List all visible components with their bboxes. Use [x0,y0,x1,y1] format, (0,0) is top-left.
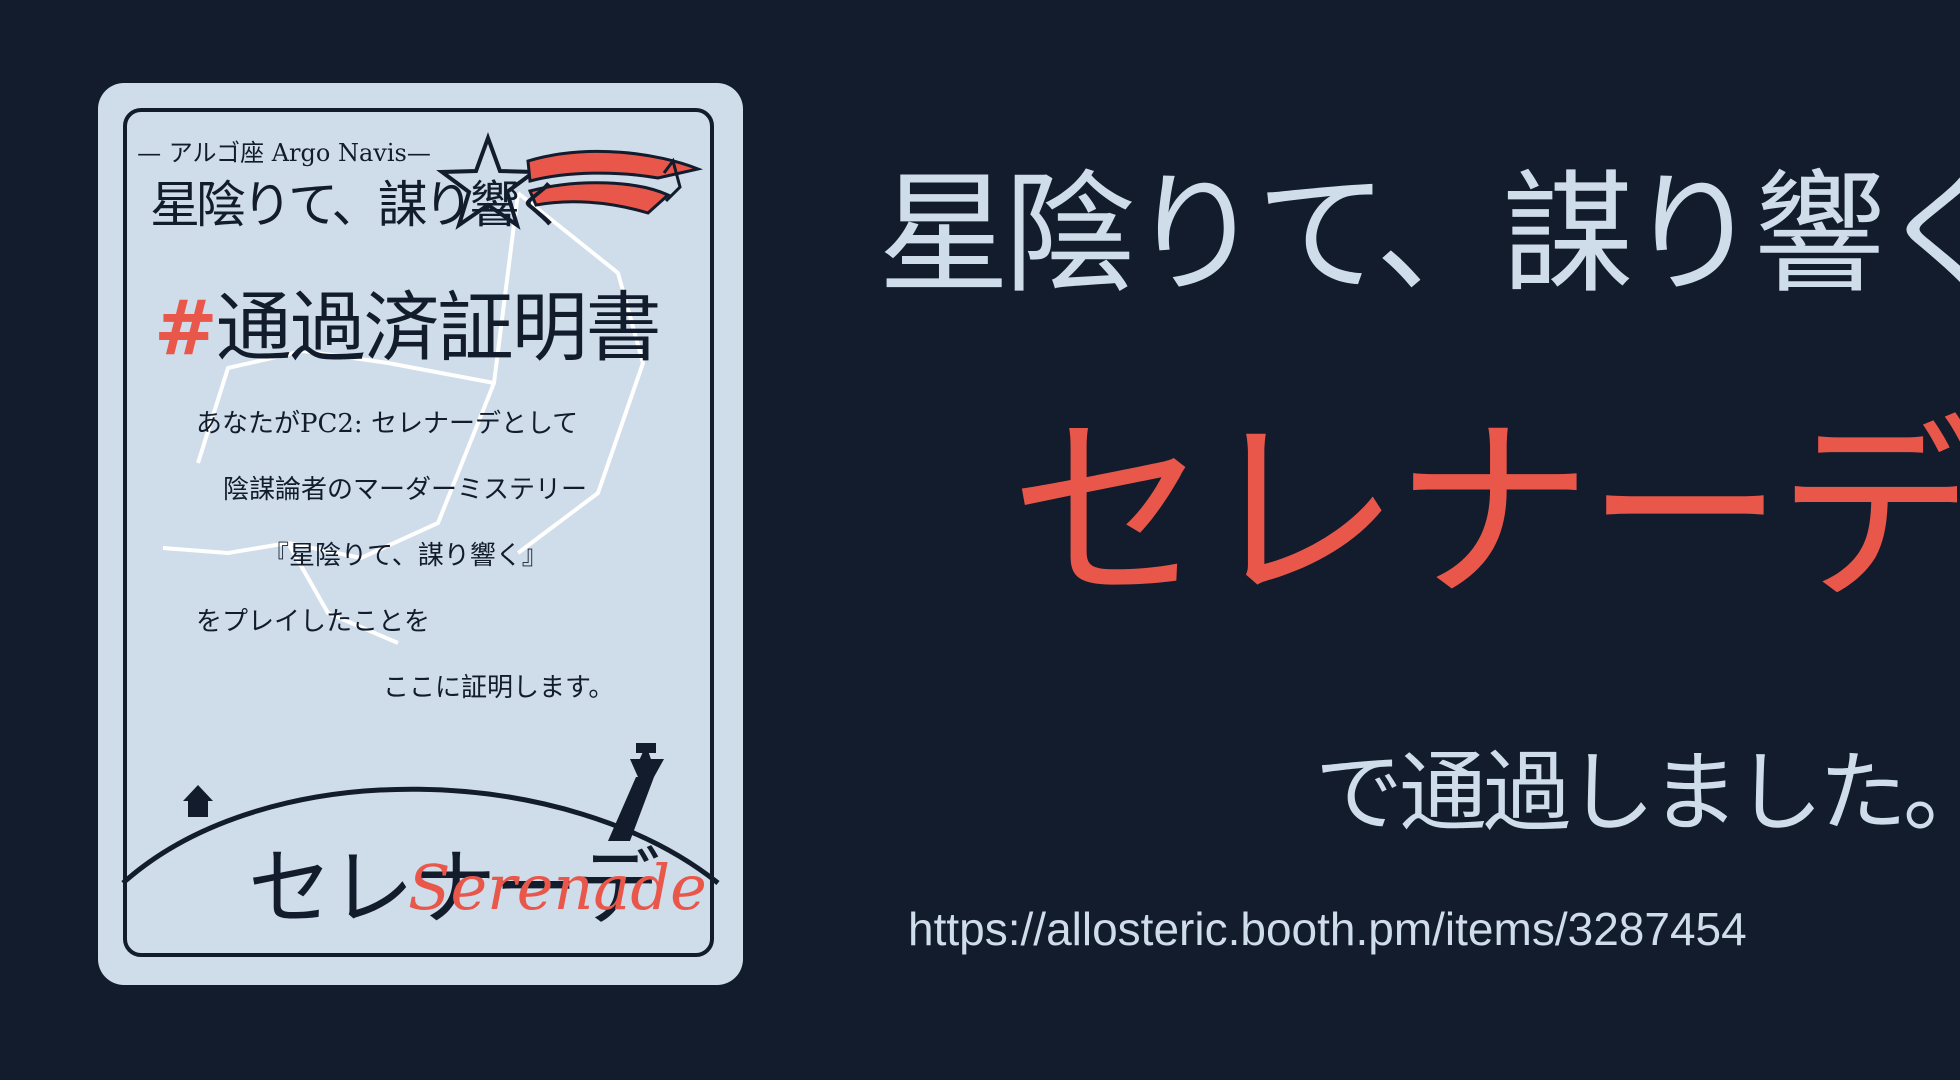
card-character-name-latin: Serenade [408,851,707,924]
card-line-4: をプレイしたことを [196,607,431,637]
card-line-2: 陰謀論者のマーダーミステリー [223,475,588,505]
certificate-text: 通過済証明書 [215,283,662,372]
card-line-5: ここに証明します。 [383,673,615,703]
passed-message: で通過しました。 [1315,741,1960,844]
card-eyebrow: — アルゴ座 Argo Navis— [137,139,431,167]
main-title: 星陰りて、謀り響く [878,158,1960,312]
certificate-card: — アルゴ座 Argo Navis— 星陰りて、謀り響く #通過済証明書 あなた… [98,83,743,985]
card-line-3: 『星陰りて、謀り響く』 [263,541,548,571]
role-name: セレナーデ [1010,397,1960,628]
card-line-1: あなたがPC2: セレナーデとして [196,409,579,439]
store-url[interactable]: https://allosteric.booth.pm/items/328745… [908,902,1747,956]
certificate-hash: # [154,283,218,372]
certificate-heading: #通過済証明書 [154,266,662,376]
card-title: 星陰りて、謀り響く [150,176,565,234]
